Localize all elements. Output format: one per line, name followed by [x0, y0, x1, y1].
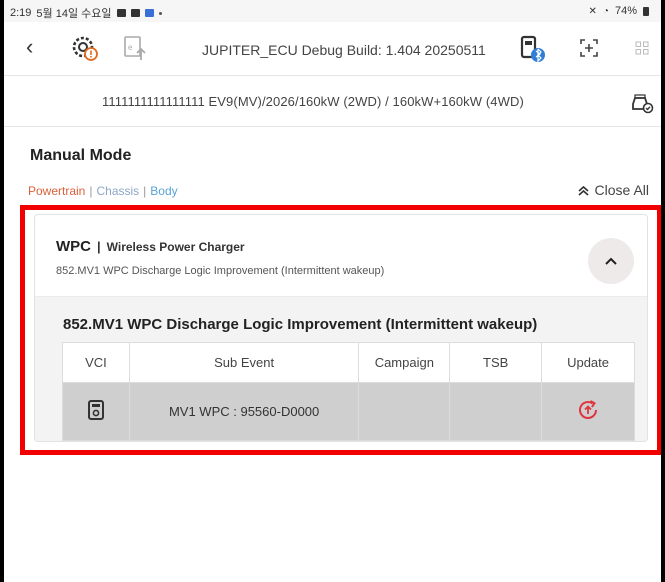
grid-menu-icon[interactable]	[634, 40, 650, 56]
status-date: 5월 14일 수요일	[36, 8, 112, 20]
app-screen: 2:19 5월 14일 수요일 ✕ ◔ 74% ‹ e JUPITER_ECU …	[4, 0, 661, 582]
section-title: Manual Mode	[30, 147, 132, 164]
screenshot-icon[interactable]	[578, 37, 600, 59]
gallery-icon	[130, 9, 140, 17]
category-chassis[interactable]: Chassis	[96, 184, 139, 198]
close-all-label: Close All	[594, 182, 649, 198]
battery-level: 74%	[614, 5, 637, 17]
close-all-button[interactable]: Close All	[577, 182, 649, 198]
vehicle-settings-icon[interactable]	[629, 89, 655, 115]
wifi-icon: ◔	[602, 5, 609, 17]
battery-icon	[643, 6, 649, 16]
notification-icon	[116, 9, 126, 17]
category-powertrain[interactable]: Powertrain	[28, 184, 85, 198]
double-chevron-up-icon	[577, 185, 589, 196]
category-separator: |	[143, 184, 147, 198]
svg-text:e: e	[128, 43, 133, 52]
app-notification-icon	[144, 9, 154, 17]
more-notifications-icon	[158, 11, 162, 15]
status-time: 2:19	[10, 7, 32, 19]
highlight-frame	[20, 205, 661, 455]
category-separator: |	[89, 184, 93, 198]
page-title: JUPITER_ECU Debug Build: 1.404 20250511	[202, 42, 486, 58]
chevron-left-icon[interactable]: ‹	[26, 36, 33, 58]
vehicle-info-row: 1111111111111111 EV9(MV)/2026/160kW (2WD…	[4, 77, 661, 127]
vehicle-description: 1111111111111111 EV9(MV)/2026/160kW (2WD…	[102, 94, 524, 109]
mute-icon: ✕	[588, 5, 597, 17]
app-bar: ‹ e JUPITER_ECU Debug Build: 1.404 20250…	[4, 22, 661, 76]
category-filter: Powertrain | Chassis | Body	[28, 184, 178, 198]
category-body[interactable]: Body	[150, 184, 177, 198]
bluetooth-vci-icon[interactable]	[516, 33, 548, 65]
ecu-settings-icon[interactable]	[70, 33, 100, 63]
status-bar: 2:19 5월 14일 수요일 ✕ ◔ 74%	[4, 0, 661, 22]
ecu-upload-icon[interactable]: e	[120, 33, 150, 63]
